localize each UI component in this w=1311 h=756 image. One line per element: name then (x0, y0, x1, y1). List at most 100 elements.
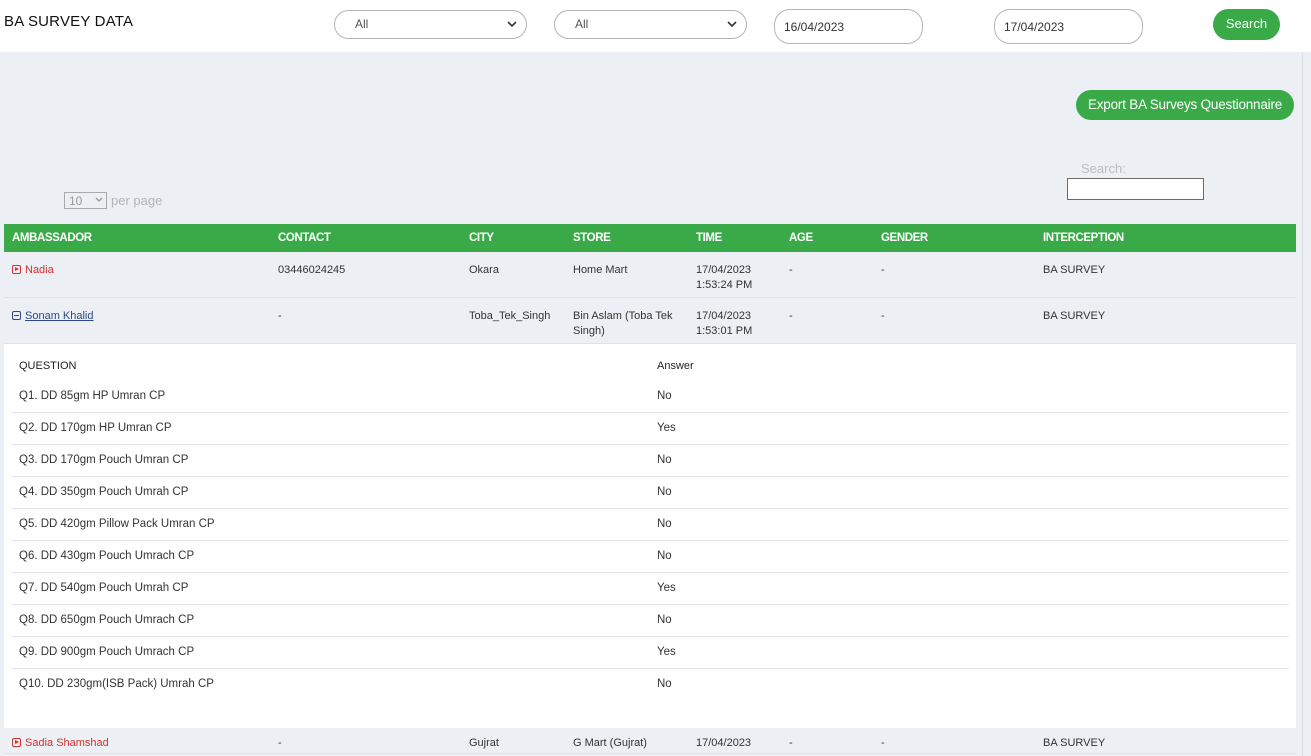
table-header: AMBASSADOR CONTACT CITY STORE TIME AGE G… (4, 224, 1296, 252)
time-clock: 1:53:24 PM (696, 279, 753, 291)
table-row[interactable]: Sonam Khalid - Toba_Tek_Singh Bin Aslam … (4, 298, 1296, 344)
date-from-value: 16/04/2023 (784, 20, 845, 34)
column-header-city[interactable]: CITY (469, 232, 494, 244)
filter-select-1-value: All (355, 17, 369, 31)
gender-cell: - (881, 737, 885, 749)
date-to-field[interactable]: 17/04/2023 (994, 9, 1143, 44)
store-line-1: Bin Aslam (Toba Tek (573, 310, 673, 322)
list-item: Q4. DD 350gm Pouch Umrah CP No (12, 477, 1289, 509)
question-text: Q1. DD 85gm HP Umran CP (19, 390, 166, 402)
table-row[interactable]: Nadia 03446024245 Okara Home Mart 17/04/… (4, 252, 1296, 298)
search-button[interactable]: Search (1213, 9, 1280, 40)
chevron-down-icon (507, 21, 517, 28)
column-header-time[interactable]: TIME (696, 232, 722, 244)
question-text: Q8. DD 650gm Pouch Umrach CP (19, 614, 195, 626)
time-date: 17/04/2023 (696, 310, 752, 322)
ambassador-cell[interactable]: Nadia (12, 263, 54, 278)
table-search-input[interactable] (1067, 178, 1204, 200)
ambassador-name[interactable]: Sonam Khalid (25, 310, 94, 322)
time-cell: 17/04/2023 1:53:01 PM (696, 309, 752, 339)
date-to-value: 17/04/2023 (1004, 20, 1065, 34)
ambassador-cell[interactable]: Sonam Khalid (12, 309, 94, 324)
store-cell: G Mart (Gujrat) (573, 737, 647, 749)
list-item: Q3. DD 170gm Pouch Umran CP No (12, 445, 1289, 477)
age-cell: - (789, 264, 793, 276)
list-item: Q5. DD 420gm Pillow Pack Umran CP No (12, 509, 1289, 541)
expand-plus-icon[interactable] (12, 265, 21, 274)
column-header-ambassador[interactable]: AMBASSADOR (12, 232, 92, 244)
list-item: Q1. DD 85gm HP Umran CP No (12, 381, 1289, 413)
answer-text: No (657, 614, 672, 626)
answer-text: Yes (657, 646, 676, 658)
collapse-minus-icon[interactable] (12, 311, 21, 320)
question-text: Q7. DD 540gm Pouch Umrah CP (19, 582, 189, 594)
list-item: Q2. DD 170gm HP Umran CP Yes (12, 413, 1289, 445)
chevron-down-icon (95, 197, 103, 202)
question-text: Q6. DD 430gm Pouch Umrach CP (19, 550, 195, 562)
date-from-field[interactable]: 16/04/2023 (774, 9, 923, 44)
column-header-interception[interactable]: INTERCEPTION (1043, 232, 1124, 244)
answer-column-header: Answer (657, 360, 694, 372)
survey-table: AMBASSADOR CONTACT CITY STORE TIME AGE G… (4, 224, 1296, 754)
per-page-label: per page (111, 193, 163, 208)
ambassador-name[interactable]: Nadia (25, 264, 54, 276)
age-cell: - (789, 737, 793, 749)
interception-cell: BA SURVEY (1043, 737, 1106, 749)
answer-text: Yes (657, 582, 676, 594)
contact-cell: - (278, 310, 282, 322)
chevron-down-icon (727, 21, 737, 28)
column-header-store[interactable]: STORE (573, 232, 611, 244)
answer-text: No (657, 390, 672, 402)
filter-select-2-value: All (575, 17, 589, 31)
time-clock: 1:53:01 PM (696, 325, 753, 337)
list-item: Q6. DD 430gm Pouch Umrach CP No (12, 541, 1289, 573)
ambassador-name[interactable]: Sadia Shamshad (25, 737, 109, 749)
question-text: Q3. DD 170gm Pouch Umran CP (19, 454, 189, 466)
question-column-header: QUESTION (19, 360, 77, 372)
question-text: Q5. DD 420gm Pillow Pack Umran CP (19, 518, 215, 530)
filter-select-2[interactable]: All (554, 10, 747, 39)
page-title: BA SURVEY DATA (4, 13, 134, 30)
answer-text: No (657, 518, 672, 530)
time-date: 17/04/2023 (696, 264, 752, 276)
time-cell: 17/04/2023 (696, 737, 752, 749)
interception-cell: BA SURVEY (1043, 264, 1106, 276)
column-header-gender[interactable]: GENDER (881, 232, 928, 244)
question-text: Q4. DD 350gm Pouch Umrah CP (19, 486, 189, 498)
list-item: Q8. DD 650gm Pouch Umrach CP No (12, 605, 1289, 637)
time-cell: 17/04/2023 1:53:24 PM (696, 263, 752, 293)
city-cell: Toba_Tek_Singh (469, 310, 551, 322)
city-cell: Okara (469, 264, 499, 276)
interception-cell: BA SURVEY (1043, 310, 1106, 322)
expand-plus-icon[interactable] (12, 738, 21, 747)
age-cell: - (789, 310, 793, 322)
question-text: Q9. DD 900gm Pouch Umrach CP (19, 646, 195, 658)
question-answer-list: Q1. DD 85gm HP Umran CP No Q2. DD 170gm H… (12, 381, 1289, 701)
table-search-label: Search: (1081, 161, 1126, 176)
gender-cell: - (881, 310, 885, 322)
list-item: Q9. DD 900gm Pouch Umrach CP Yes (12, 637, 1289, 669)
question-text: Q2. DD 170gm HP Umran CP (19, 422, 172, 434)
answer-text: No (657, 678, 672, 690)
city-cell: Gujrat (469, 737, 499, 749)
answer-text: No (657, 550, 672, 562)
per-page-value: 10 (69, 194, 83, 208)
top-bar: BA SURVEY DATA All All 16/04/2023 17/04/… (0, 0, 1311, 52)
scrollbar[interactable] (1302, 52, 1311, 756)
store-line-2: Singh) (573, 325, 605, 337)
store-cell: Home Mart (573, 264, 628, 276)
list-item: Q7. DD 540gm Pouch Umrah CP Yes (12, 573, 1289, 605)
answer-text: No (657, 486, 672, 498)
per-page-select[interactable]: 10 (64, 192, 107, 209)
answer-text: No (657, 454, 672, 466)
column-header-contact[interactable]: CONTACT (278, 232, 331, 244)
contact-cell: 03446024245 (278, 264, 346, 276)
filter-select-1[interactable]: All (334, 10, 527, 39)
column-header-age[interactable]: AGE (789, 232, 813, 244)
answer-text: Yes (657, 422, 676, 434)
question-text: Q10. DD 230gm(ISB Pack) Umrah CP (19, 678, 214, 690)
list-item: Q10. DD 230gm(ISB Pack) Umrah CP No (12, 669, 1289, 701)
export-questionnaire-button[interactable]: Export BA Surveys Questionnaire (1076, 90, 1294, 120)
table-row[interactable]: Sadia Shamshad - Gujrat G Mart (Gujrat) … (4, 728, 1296, 754)
ambassador-cell[interactable]: Sadia Shamshad (12, 736, 109, 751)
